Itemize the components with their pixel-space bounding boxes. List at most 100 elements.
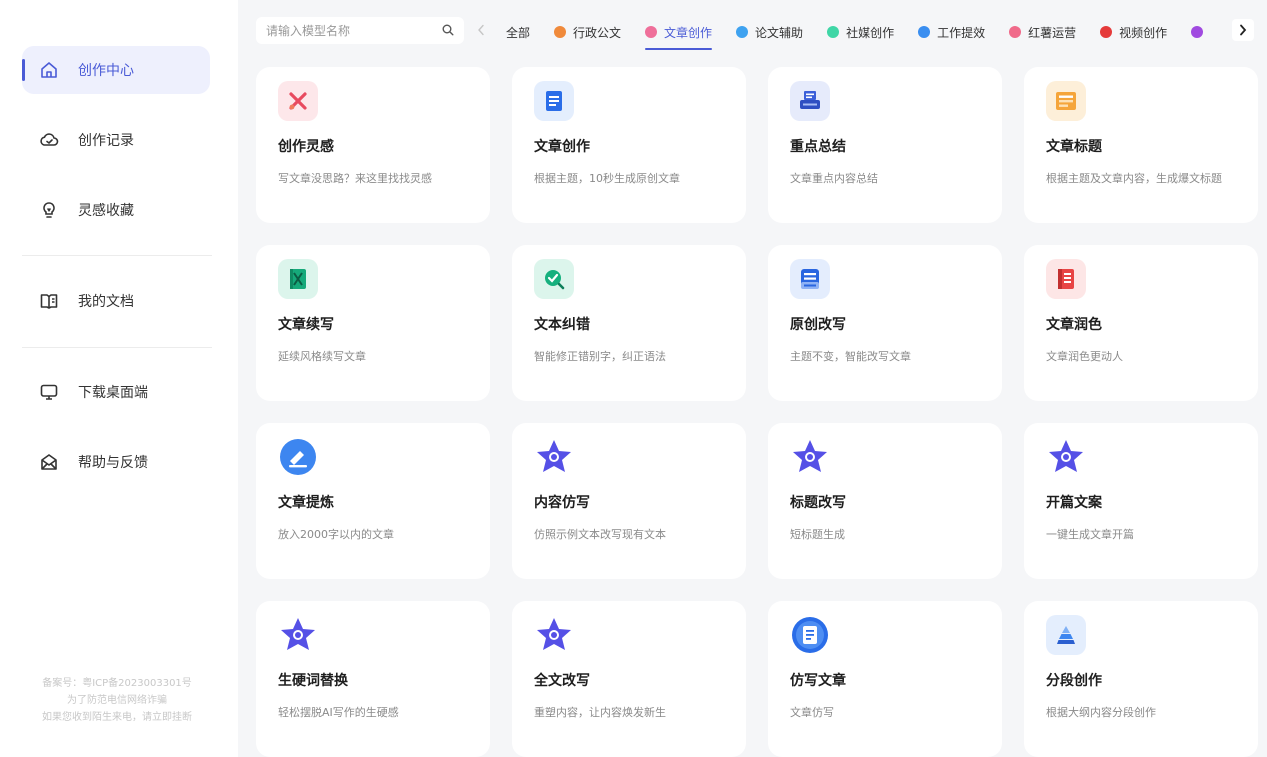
tab-label: 文章创作	[664, 25, 713, 40]
tool-card-grid: 创作灵感 写文章没思路？来这里找找灵感 文章创作 根据主题，10秒生成原创文章 …	[256, 67, 1258, 757]
tab-xiaohongshu-ops[interactable]: 红薯运营	[997, 14, 1088, 50]
monitor-icon	[38, 381, 60, 403]
category-dot-icon	[827, 26, 840, 38]
card-title: 原创改写	[790, 317, 846, 333]
tab-label: 论文辅助	[755, 25, 804, 40]
check-search-icon	[534, 259, 574, 299]
category-dot-icon	[1191, 26, 1204, 38]
chevron-right-icon[interactable]	[1232, 19, 1254, 41]
tool-card[interactable]: 文章创作 根据主题，10秒生成原创文章	[512, 67, 746, 223]
search-input[interactable]	[266, 23, 442, 38]
chevron-left-icon[interactable]	[474, 22, 488, 38]
sidebar-item-help-feedback[interactable]: 帮助与反馈	[22, 438, 210, 486]
sidebar-item-label: 灵感收藏	[78, 203, 134, 219]
category-tabs: 全部 行政公文 文章创作 论文辅助 社媒创作 工作提效 红薯运营 视频创作	[494, 14, 1224, 50]
printer-icon	[790, 81, 830, 121]
sidebar-item-label: 帮助与反馈	[78, 455, 148, 471]
rewrite-doc-icon	[790, 259, 830, 299]
sidebar-item-download-desktop[interactable]: 下载桌面端	[22, 368, 210, 416]
card-title: 内容仿写	[534, 495, 590, 511]
tool-card[interactable]: 原创改写 主题不变，智能改写文章	[768, 245, 1002, 401]
tool-card[interactable]: 仿写文章 文章仿写	[768, 601, 1002, 757]
card-title: 分段创作	[1046, 673, 1102, 689]
footer-line: 备案号：粤ICP备2023003301号	[42, 678, 192, 689]
card-desc: 一键生成文章开篇	[1046, 528, 1134, 541]
category-dot-icon	[554, 26, 567, 38]
sidebar-item-my-documents[interactable]: 我的文档	[22, 277, 210, 325]
card-title: 文章润色	[1046, 317, 1102, 333]
tool-card[interactable]: 文章标题 根据主题及文章内容，生成爆文标题	[1024, 67, 1258, 223]
star-icon	[534, 615, 574, 655]
category-dot-icon	[645, 26, 658, 38]
tab-paper-assist[interactable]: 论文辅助	[724, 14, 815, 50]
mail-icon	[38, 451, 60, 473]
card-title: 文章创作	[534, 139, 590, 155]
card-title: 开篇文案	[1046, 495, 1102, 511]
tab-video-creation[interactable]: 视频创作	[1088, 14, 1179, 50]
card-title: 生硬词替换	[278, 673, 348, 689]
tab-more[interactable]	[1179, 14, 1222, 50]
sidebar-item-inspiration-favorites[interactable]: 灵感收藏	[22, 186, 210, 234]
card-desc: 主题不变，智能改写文章	[790, 350, 911, 363]
card-title: 文章续写	[278, 317, 334, 333]
tool-card[interactable]: 全文改写 重塑内容，让内容焕发新生	[512, 601, 746, 757]
footer-icp: 备案号：粤ICP备2023003301号 为了防范电信网络诈骗 如果您收到陌生来…	[22, 675, 212, 726]
sidebar-item-creation-center[interactable]: 创作中心	[22, 46, 210, 94]
tool-card[interactable]: 文章润色 文章润色更动人	[1024, 245, 1258, 401]
card-desc: 文章重点内容总结	[790, 172, 878, 185]
card-desc: 写文章没思路？来这里找找灵感	[278, 172, 432, 185]
card-desc: 重塑内容，让内容焕发新生	[534, 706, 666, 719]
footer-line: 为了防范电信网络诈骗	[67, 695, 167, 706]
sidebar-item-label: 下载桌面端	[78, 385, 148, 401]
tab-article-creation[interactable]: 文章创作	[633, 14, 724, 50]
sidebar-item-creation-history[interactable]: 创作记录	[22, 116, 210, 164]
red-book-icon	[1046, 259, 1086, 299]
pyramid-icon	[1046, 615, 1086, 655]
tool-card[interactable]: 标题改写 短标题生成	[768, 423, 1002, 579]
sidebar-item-label: 创作记录	[78, 133, 134, 149]
pen-circle-icon	[278, 437, 318, 477]
card-desc: 文章仿写	[790, 706, 834, 719]
card-title: 标题改写	[790, 495, 846, 511]
tool-card[interactable]: 重点总结 文章重点内容总结	[768, 67, 1002, 223]
tool-card[interactable]: 生硬词替换 轻松摆脱AI写作的生硬感	[256, 601, 490, 757]
tool-card[interactable]: 创作灵感 写文章没思路？来这里找找灵感	[256, 67, 490, 223]
lightbulb-icon	[38, 199, 60, 221]
star-icon	[534, 437, 574, 477]
card-desc: 短标题生成	[790, 528, 845, 541]
tab-work-efficiency[interactable]: 工作提效	[906, 14, 997, 50]
tool-card[interactable]: 文本纠错 智能修正错别字，纠正语法	[512, 245, 746, 401]
tab-all[interactable]: 全部	[494, 14, 542, 50]
tab-label: 红薯运营	[1028, 25, 1077, 40]
sidebar-item-label: 创作中心	[78, 63, 134, 79]
tab-administrative-docs[interactable]: 行政公文	[542, 14, 633, 50]
card-desc: 轻松摆脱AI写作的生硬感	[278, 706, 399, 719]
star-icon	[278, 615, 318, 655]
tool-card[interactable]: 文章续写 延续风格续写文章	[256, 245, 490, 401]
sidebar-item-label: 我的文档	[78, 294, 134, 310]
tab-social-media[interactable]: 社媒创作	[815, 14, 906, 50]
footer-line: 如果您收到陌生来电，请立即挂断	[42, 712, 192, 723]
card-title: 仿写文章	[790, 673, 846, 689]
tool-card[interactable]: 内容仿写 仿照示例文本改写现有文本	[512, 423, 746, 579]
tab-label: 视频创作	[1119, 25, 1168, 40]
tool-card[interactable]: 开篇文案 一键生成文章开篇	[1024, 423, 1258, 579]
category-dot-icon	[736, 26, 749, 38]
green-book-icon	[278, 259, 318, 299]
sidebar-divider	[22, 347, 212, 348]
blue-doc-circle-icon	[790, 615, 830, 655]
sparkle-cross-icon	[278, 81, 318, 121]
search-icon[interactable]	[442, 21, 454, 40]
card-title: 创作灵感	[278, 139, 334, 155]
card-desc: 根据大纲内容分段创作	[1046, 706, 1156, 719]
tool-card[interactable]: 文章提炼 放入2000字以内的文章	[256, 423, 490, 579]
tab-label: 社媒创作	[846, 25, 895, 40]
home-icon	[38, 59, 60, 81]
tool-card[interactable]: 分段创作 根据大纲内容分段创作	[1024, 601, 1258, 757]
star-icon	[790, 437, 830, 477]
card-desc: 放入2000字以内的文章	[278, 528, 394, 541]
card-desc: 根据主题及文章内容，生成爆文标题	[1046, 172, 1222, 185]
tab-label: 工作提效	[937, 25, 986, 40]
tab-label: 行政公文	[573, 25, 622, 40]
card-desc: 延续风格续写文章	[278, 350, 366, 363]
